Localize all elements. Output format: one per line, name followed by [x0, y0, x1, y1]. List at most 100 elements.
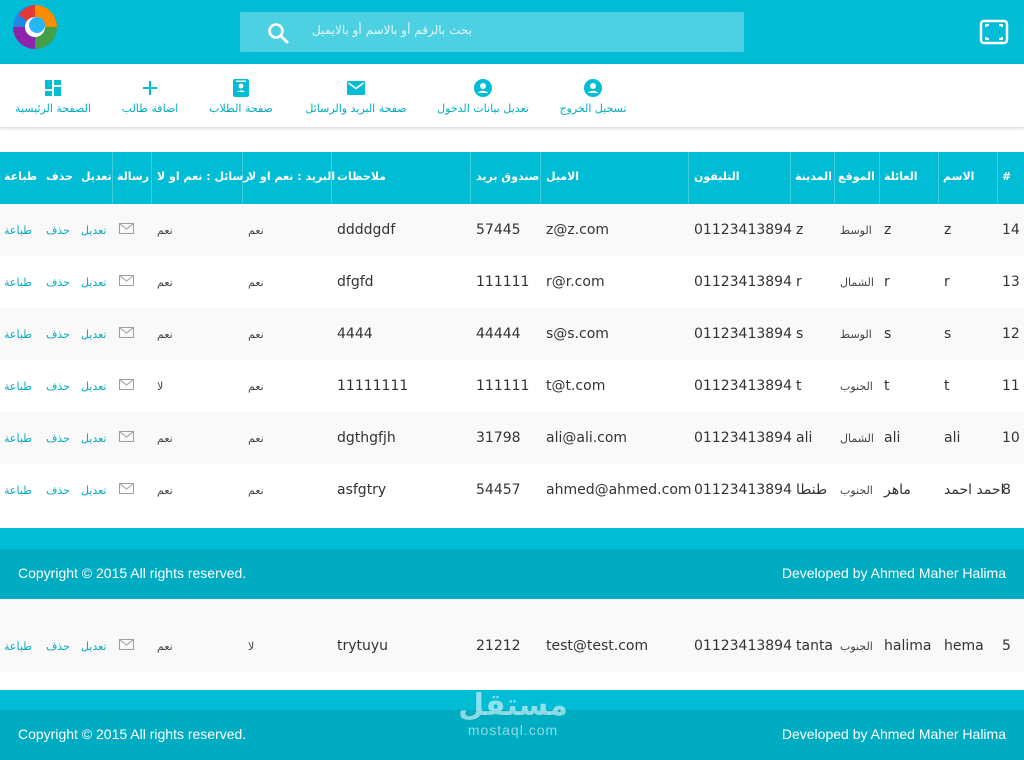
app-logo[interactable] — [11, 3, 59, 51]
print-link[interactable]: طباعة — [4, 224, 32, 237]
cell-pobox: 44444 — [476, 326, 521, 342]
table-row: 12 s s الوسط s 01123413894 s@s.com 44444 4444 نعم… — [0, 308, 1024, 360]
column-divider — [834, 152, 835, 204]
cell-name: hema — [944, 638, 984, 654]
top-app-bar: بحث بالرقم أو بالاسم أو بالايميل — [0, 0, 1024, 64]
send-message-icon[interactable] — [119, 639, 134, 650]
print-link[interactable]: طباعة — [4, 640, 32, 653]
search-input[interactable]: بحث بالرقم أو بالاسم أو بالايميل — [312, 23, 472, 37]
cell-mail-flag: نعم — [248, 328, 264, 341]
column-divider — [879, 152, 880, 204]
send-message-icon[interactable] — [119, 483, 134, 494]
fullscreen-icon[interactable] — [978, 18, 1010, 46]
cell-email: r@r.com — [546, 274, 605, 290]
nav-add-student[interactable]: اضافة طالب — [116, 64, 184, 128]
cell-phone: 01123413894 — [694, 378, 792, 394]
print-link[interactable]: طباعة — [4, 380, 32, 393]
edit-link[interactable]: تعديل — [81, 328, 107, 341]
delete-link[interactable]: حذف — [46, 276, 70, 289]
col-header-num: # — [1002, 170, 1012, 183]
cell-num: 11 — [1002, 378, 1020, 394]
col-header-location: الموقع — [838, 170, 875, 183]
edit-link[interactable]: تعديل — [81, 432, 107, 445]
print-link[interactable]: طباعة — [4, 432, 32, 445]
print-link[interactable]: طباعة — [4, 328, 32, 341]
column-divider — [151, 152, 152, 204]
col-header-print: طباعة — [4, 170, 38, 183]
col-header-notes: ملاحظات — [337, 170, 386, 183]
table-row: 14 z z الوسط z 01123413894 z@z.com 57445 ddddgdf… — [0, 204, 1024, 256]
cell-pobox: 21212 — [476, 638, 521, 654]
cell-pobox: 31798 — [476, 430, 521, 446]
nav-label: تعديل بيانات الدخول — [437, 101, 529, 115]
watermark-latin: mostaql.com — [467, 722, 559, 738]
send-message-icon[interactable] — [119, 275, 134, 286]
delete-link[interactable]: حذف — [46, 484, 70, 497]
search-icon[interactable] — [266, 21, 290, 45]
print-link[interactable]: طباعة — [4, 276, 32, 289]
nav-logout[interactable]: تسجيل الخروج — [555, 64, 631, 128]
cell-num: 10 — [1002, 430, 1020, 446]
cell-city: ali — [796, 430, 813, 446]
send-message-icon[interactable] — [119, 327, 134, 338]
plus-icon — [140, 78, 160, 98]
nav-home[interactable]: الصفحة الرئيسية — [10, 64, 96, 128]
cell-msg-flag: نعم — [157, 276, 173, 289]
edit-link[interactable]: تعديل — [81, 224, 107, 237]
delete-link[interactable]: حذف — [46, 328, 70, 341]
cell-msg-flag: لا — [157, 380, 164, 393]
watermark-arabic: مستقل — [458, 688, 568, 723]
column-divider — [331, 152, 332, 204]
table-row: 10 ali ali الشمال ali 01123413894 ali@ali.com 3… — [0, 412, 1024, 464]
table-row — [0, 599, 1024, 620]
col-header-message: رسالة — [117, 170, 150, 183]
col-header-pobox: صندوق بريد — [476, 170, 540, 183]
footer: Copyright © 2015 All rights reserved. De… — [0, 549, 1024, 599]
send-message-icon[interactable] — [119, 379, 134, 390]
print-link[interactable]: طباعة — [4, 484, 32, 497]
edit-link[interactable]: تعديل — [81, 380, 107, 393]
nav-bar: تسجيل الخروج تعديل بيانات الدخول صفحة ال… — [0, 64, 1024, 128]
search-box[interactable]: بحث بالرقم أو بالاسم أو بالايميل — [240, 12, 744, 52]
nav-edit-login[interactable]: تعديل بيانات الدخول — [433, 64, 533, 128]
send-message-icon[interactable] — [119, 223, 134, 234]
cell-mail-flag: نعم — [248, 380, 264, 393]
delete-link[interactable]: حذف — [46, 380, 70, 393]
cell-msg-flag: نعم — [157, 224, 173, 237]
cell-email: t@t.com — [546, 378, 606, 394]
nav-students-page[interactable]: صفحة الطلاب — [203, 64, 279, 128]
cell-mail-flag: لا — [248, 640, 255, 653]
cell-num: 14 — [1002, 222, 1020, 238]
edit-link[interactable]: تعديل — [81, 640, 107, 653]
column-divider — [112, 152, 113, 204]
col-header-phone: التليفون — [694, 170, 740, 183]
cell-location: الجنوب — [840, 380, 873, 393]
delete-link[interactable]: حذف — [46, 432, 70, 445]
table-header: # الاسم العائلة الموقع المدينة التليفون … — [0, 152, 1024, 204]
nav-label: الصفحة الرئيسية — [15, 101, 91, 115]
cell-msg-flag: نعم — [157, 328, 173, 341]
cell-family: s — [884, 326, 892, 342]
cell-email: ahmed@ahmed.com — [546, 482, 692, 498]
delete-link[interactable]: حذف — [46, 224, 70, 237]
cell-pobox: 54457 — [476, 482, 521, 498]
cell-phone: 01123413894 — [694, 638, 792, 654]
cell-pobox: 111111 — [476, 274, 530, 290]
cell-name: ali — [944, 430, 961, 446]
edit-link[interactable]: تعديل — [81, 276, 107, 289]
cell-mail-flag: نعم — [248, 276, 264, 289]
cell-city: z — [796, 222, 804, 238]
nav-mail-page[interactable]: صفحة البريد والرسائل — [300, 64, 412, 128]
delete-link[interactable]: حذف — [46, 640, 70, 653]
col-header-mail-flag: البريد : نعم او لا — [248, 170, 336, 183]
cell-pobox: 57445 — [476, 222, 521, 238]
account-circle-icon — [473, 78, 493, 98]
column-divider — [540, 152, 541, 204]
col-header-edit: تعديل — [81, 170, 112, 183]
cell-name: احمد احمد — [944, 482, 1005, 498]
cell-email: test@test.com — [546, 638, 649, 654]
send-message-icon[interactable] — [119, 431, 134, 442]
footer-developer: Developed by Ahmed Maher Halima — [781, 726, 1006, 742]
edit-link[interactable]: تعديل — [81, 484, 107, 497]
cell-family: ali — [884, 430, 901, 446]
